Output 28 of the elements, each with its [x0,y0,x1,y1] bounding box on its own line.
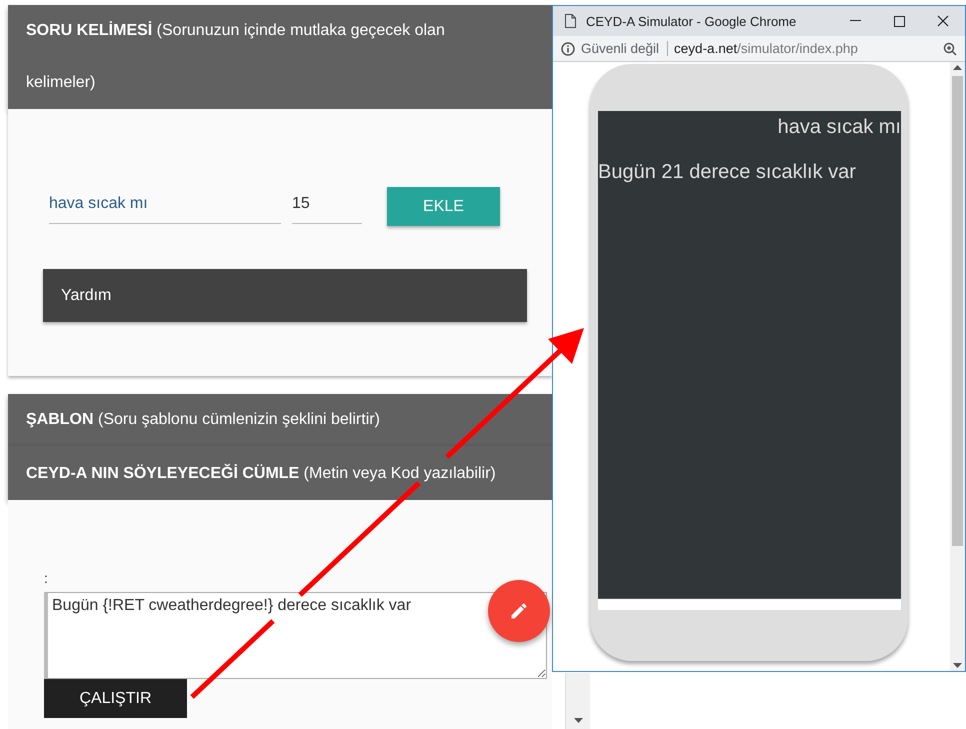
url-host[interactable]: ceyd-a.net [674,41,738,56]
page-icon [565,14,576,28]
security-label[interactable]: Güvenli değil [581,41,668,56]
pencil-icon [509,601,529,621]
field-label: : [44,570,48,586]
scroll-up-icon[interactable] [953,65,962,70]
chat-message: Bugün 21 derece sıcaklık var [598,160,856,184]
scroll-down-icon[interactable] [953,663,962,668]
maximize-icon[interactable] [894,16,904,26]
minimize-icon[interactable] [850,20,860,22]
url-path[interactable]: /simulator/index.php [737,41,858,56]
zoom-icon[interactable] [943,42,957,56]
section-header[interactable]: CEYD-A NIN SÖYLEYECEĞİ CÜMLE (Metin veya Kod yazılabilir) [8,445,552,500]
section-header[interactable]: ŞABLON (Soru şablonu cümlenizin şeklini belirtir) [8,394,552,445]
close-icon[interactable] [937,15,949,27]
window-title: CEYD-A Simulator - Google Chrome [586,14,798,28]
help-bar[interactable]: Yardım [43,269,527,322]
info-icon[interactable] [561,42,575,56]
run-button[interactable]: ÇALIŞTIR [44,679,187,718]
scrollbar[interactable] [950,62,965,671]
number-field[interactable]: 15 [292,189,362,224]
scrollbar[interactable] [565,673,590,729]
section-header[interactable]: SORU KELİMESİ (Sorunuzun içinde mutlaka geçecek olan kelimeler) [8,5,552,109]
scroll-down-icon[interactable] [574,718,583,723]
keyword-field[interactable]: hava sıcak mı [49,189,281,224]
chat-message: hava sıcak mı [778,115,901,139]
scrollbar-thumb[interactable] [952,76,963,546]
sentence-textarea[interactable]: Bugün {!RET cweatherdegree!} derece sıcaklık var [44,592,547,679]
